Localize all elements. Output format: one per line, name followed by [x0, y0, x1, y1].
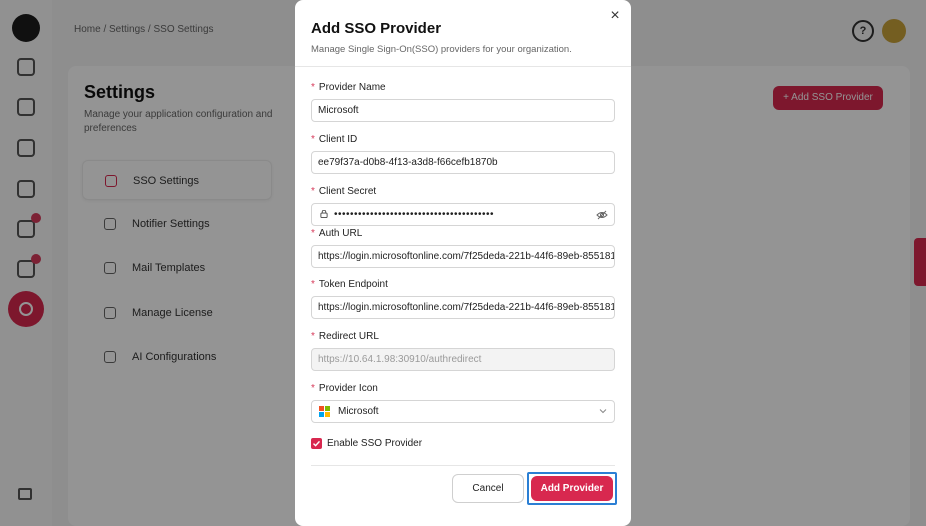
label-text: Token Endpoint	[318, 279, 388, 290]
required-mark: *	[311, 134, 315, 145]
auth-url-label: * Auth URL	[311, 228, 362, 239]
add-provider-button[interactable]: Add Provider	[531, 476, 613, 501]
provider-icon-value: Microsoft	[338, 406, 379, 417]
dialog-title: Add SSO Provider	[311, 20, 442, 37]
secret-value: ••••••••••••••••••••••••••••••••••••••••	[334, 209, 495, 220]
required-mark: *	[311, 331, 315, 342]
microsoft-logo	[319, 406, 330, 417]
eye-off-icon[interactable]	[596, 209, 608, 221]
provider-icon-label: * Provider Icon	[311, 383, 378, 394]
provider-icon-select[interactable]: Microsoft	[311, 400, 615, 423]
cancel-button[interactable]: Cancel	[452, 474, 524, 503]
redirect-url-label: * Redirect URL	[311, 331, 379, 342]
label-text: Auth URL	[318, 228, 363, 239]
enable-sso-checkbox[interactable]	[311, 438, 322, 449]
label-text: Redirect URL	[318, 331, 379, 342]
auth-url-input[interactable]: https://login.microsoftonline.com/7f25de…	[311, 245, 615, 268]
token-endpoint-input[interactable]: https://login.microsoftonline.com/7f25de…	[311, 296, 615, 319]
label-text: Provider Name	[318, 82, 386, 93]
header-divider	[295, 66, 631, 67]
dialog-description: Manage Single Sign-On(SSO) providers for…	[311, 44, 572, 55]
client-id-label: * Client ID	[311, 134, 357, 145]
enable-sso-label[interactable]: Enable SSO Provider	[327, 438, 422, 449]
label-text: Client Secret	[318, 186, 377, 197]
required-mark: *	[311, 186, 315, 197]
lock-icon	[320, 210, 328, 218]
provider-name-label: * Provider Name	[311, 82, 386, 93]
required-mark: *	[311, 82, 315, 93]
required-mark: *	[311, 279, 315, 290]
label-text: Client ID	[318, 134, 358, 145]
token-endpoint-label: * Token Endpoint	[311, 279, 388, 290]
label-text: Provider Icon	[318, 383, 378, 394]
check-icon	[313, 440, 321, 447]
required-mark: *	[311, 383, 315, 394]
client-secret-label: * Client Secret	[311, 186, 376, 197]
provider-name-input[interactable]: Microsoft	[311, 99, 615, 122]
client-secret-input[interactable]: ••••••••••••••••••••••••••••••••••••••••	[311, 203, 615, 226]
close-icon[interactable]: ×	[605, 8, 625, 24]
client-id-input[interactable]: ee79f37a-d0b8-4f13-a3d8-f66cefb1870b	[311, 151, 615, 174]
chevron-down-icon	[599, 409, 607, 414]
footer-divider	[311, 465, 615, 466]
add-sso-provider-dialog: Add SSO Provider Manage Single Sign-On(S…	[295, 0, 631, 526]
required-mark: *	[311, 228, 315, 239]
redirect-url-input: https://10.64.1.98:30910/authredirect	[311, 348, 615, 371]
